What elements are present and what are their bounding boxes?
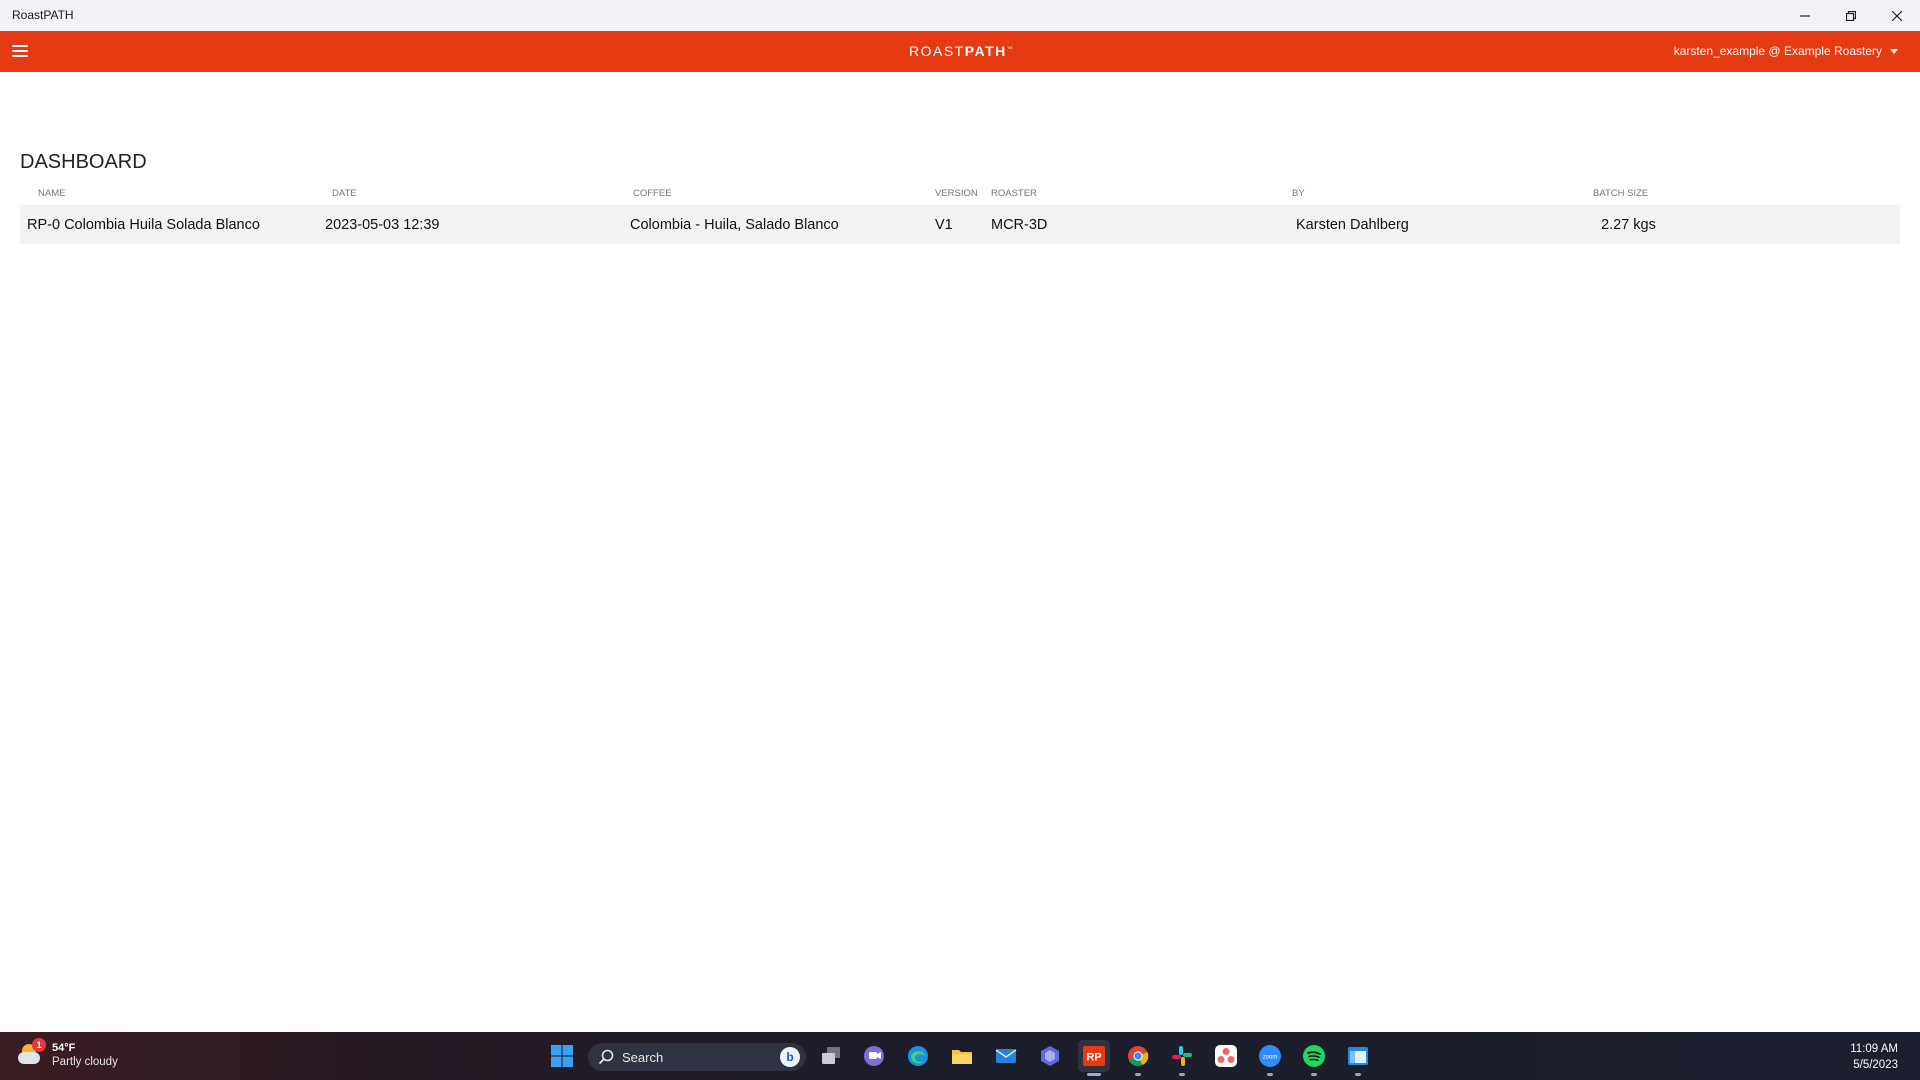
start-button[interactable]: [546, 1040, 578, 1072]
roastpath-logo: ROASTPATH™: [909, 43, 1014, 59]
menu-button[interactable]: [12, 44, 28, 58]
page-title: DASHBOARD: [20, 151, 147, 173]
windows-taskbar: 1 54°F Partly cloudy Search b RP zoom 11…: [0, 1032, 1920, 1080]
column-header-date[interactable]: DATE: [332, 188, 357, 199]
chevron-down-icon: [1890, 48, 1898, 54]
cell-batch-size: 2.27 kgs: [1601, 217, 1656, 233]
system-clock[interactable]: 11:09 AM 5/5/2023: [1850, 1041, 1898, 1073]
minimize-button[interactable]: [1782, 0, 1828, 31]
clock-date: 5/5/2023: [1853, 1059, 1898, 1071]
notification-badge: 1: [32, 1038, 46, 1052]
teams-chat-button[interactable]: [858, 1040, 890, 1072]
close-button[interactable]: [1874, 0, 1920, 31]
mail-button[interactable]: [990, 1040, 1022, 1072]
copilot-button[interactable]: [1034, 1040, 1066, 1072]
restore-icon: [1846, 10, 1856, 21]
spotify-button[interactable]: [1298, 1040, 1330, 1076]
column-header-version[interactable]: VERSION: [935, 188, 978, 199]
roastpath-icon-label: RP: [1086, 1052, 1101, 1064]
chrome-button[interactable]: [1122, 1040, 1154, 1076]
copilot-icon: [1041, 1046, 1059, 1066]
weather-description: Partly cloudy: [52, 1056, 118, 1068]
edge-icon: [908, 1046, 928, 1066]
asana-button[interactable]: [1210, 1040, 1242, 1072]
chrome-icon: [1128, 1046, 1149, 1067]
edge-button[interactable]: [902, 1040, 934, 1072]
hamburger-icon: [12, 50, 28, 52]
column-header-name[interactable]: NAME: [38, 188, 65, 199]
cell-by: Karsten Dahlberg: [1296, 217, 1409, 233]
slack-icon: [1172, 1046, 1192, 1066]
weather-temperature: 54°F: [52, 1042, 76, 1054]
close-icon: [1892, 10, 1902, 21]
cell-coffee: Colombia - Huila, Salado Blanco: [630, 217, 839, 233]
window-app-icon: [1348, 1047, 1368, 1065]
cell-version: V1: [935, 217, 953, 233]
roasts-table: NAME DATE COFFEE VERSION ROASTER BY BATC…: [20, 183, 1900, 244]
zoom-button[interactable]: zoom: [1254, 1040, 1286, 1076]
hamburger-icon: [12, 55, 28, 57]
task-view-button[interactable]: [815, 1040, 847, 1072]
partly-cloudy-icon: 1: [16, 1038, 46, 1069]
hamburger-icon: [12, 45, 28, 47]
user-account-label: karsten_example @ Example Roastery: [1673, 44, 1882, 58]
table-row[interactable]: RP-0 Colombia Huila Solada Blanco 2023-0…: [20, 205, 1900, 244]
slack-button[interactable]: [1166, 1040, 1198, 1076]
logo-trademark: ™: [1006, 46, 1015, 53]
bing-icon[interactable]: b: [780, 1047, 800, 1067]
column-header-batch-size[interactable]: BATCH SIZE: [1593, 188, 1648, 199]
roastpath-taskbar-button[interactable]: RP: [1078, 1040, 1110, 1076]
zoom-icon-label: zoom: [1263, 1055, 1278, 1061]
window-title: RoastPATH: [12, 8, 74, 22]
clock-time: 11:09 AM: [1850, 1043, 1898, 1055]
weather-widget[interactable]: 1 54°F Partly cloudy: [16, 1038, 118, 1069]
file-explorer-icon: [952, 1050, 972, 1064]
user-account-menu[interactable]: karsten_example @ Example Roastery: [1674, 44, 1898, 58]
logo-path: PATH: [964, 43, 1007, 59]
task-view-icon: [822, 1047, 840, 1064]
cell-date: 2023-05-03 12:39: [325, 217, 440, 233]
start-icon: [551, 1045, 573, 1067]
cell-name: RP-0 Colombia Huila Solada Blanco: [27, 217, 260, 233]
cell-roaster: MCR-3D: [991, 217, 1048, 233]
column-header-roaster[interactable]: ROASTER: [991, 188, 1037, 199]
teams-chat-icon: [864, 1046, 884, 1066]
search-placeholder: Search: [622, 1049, 664, 1065]
zoom-icon: zoom: [1259, 1045, 1281, 1067]
column-header-coffee[interactable]: COFFEE: [633, 188, 672, 199]
search-icon: [598, 1049, 614, 1065]
app-header: ROASTPATH™ karsten_example @ Example Roa…: [0, 31, 1920, 72]
window-app-button[interactable]: [1342, 1040, 1374, 1076]
mail-icon: [995, 1049, 1017, 1063]
column-header-by[interactable]: BY: [1292, 188, 1305, 199]
table-header: NAME DATE COFFEE VERSION ROASTER BY BATC…: [20, 183, 1900, 205]
logo-roast: ROAST: [909, 43, 965, 59]
file-explorer-button[interactable]: [946, 1040, 978, 1072]
restore-button[interactable]: [1828, 0, 1874, 31]
window-title-bar: RoastPATH: [0, 0, 1920, 31]
spotify-icon: [1303, 1045, 1325, 1067]
asana-icon: [1215, 1045, 1237, 1067]
roastpath-icon: RP: [1083, 1046, 1105, 1066]
minimize-icon: [1800, 14, 1810, 17]
taskbar-search[interactable]: Search b: [588, 1043, 806, 1071]
